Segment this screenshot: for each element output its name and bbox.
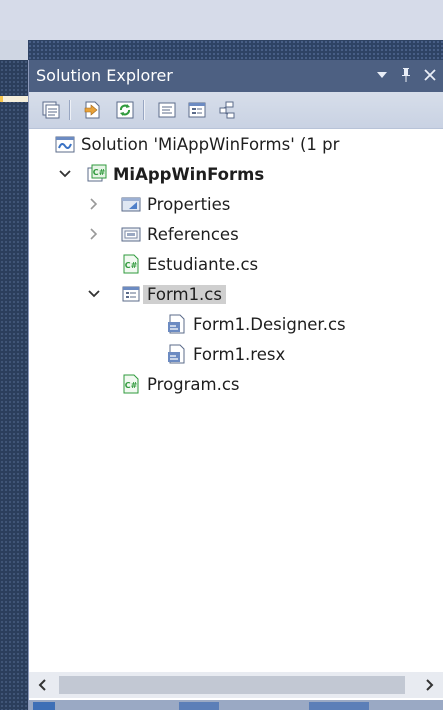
form1-resx-label: Form1.resx: [193, 344, 286, 364]
chevron-down-icon[interactable]: [87, 287, 101, 301]
designer-file-icon: [168, 314, 185, 334]
ide-background-left: [0, 60, 28, 710]
svg-text:C#: C#: [93, 168, 106, 177]
class-diagram-icon[interactable]: [215, 98, 239, 122]
form-icon: [122, 286, 140, 302]
scroll-right-icon[interactable]: [421, 676, 439, 694]
tree-node-project[interactable]: C# MiAppWinForms: [87, 159, 264, 189]
project-label: MiAppWinForms: [113, 164, 265, 184]
solution-explorer-panel: Solution Explorer Solution 'MiAppWinForm…: [28, 60, 443, 710]
ide-background-band: [28, 40, 443, 60]
chevron-down-icon[interactable]: [58, 167, 72, 181]
tree-node-form1-designer[interactable]: Form1.Designer.cs: [167, 309, 346, 339]
csharp-file-icon: C#: [123, 374, 139, 394]
program-label: Program.cs: [147, 374, 240, 394]
chevron-right-icon[interactable]: [87, 197, 101, 211]
scroll-left-icon[interactable]: [33, 676, 51, 694]
references-icon: [121, 227, 141, 242]
properties-folder-icon: [121, 197, 141, 212]
refresh-icon[interactable]: [113, 98, 137, 122]
resx-file-icon: [168, 344, 185, 364]
tree-node-solution[interactable]: Solution 'MiAppWinForms' (1 pr: [55, 129, 339, 159]
csharp-file-icon: C#: [123, 254, 139, 274]
tree-node-form1-resx[interactable]: Form1.resx: [167, 339, 285, 369]
solution-icon: [55, 136, 75, 153]
toolbar-separator: [143, 100, 145, 120]
svg-text:C#: C#: [125, 381, 138, 390]
editor-margin-marker: [0, 96, 28, 102]
form1-designer-label: Form1.Designer.cs: [193, 314, 346, 334]
toolbar-separator: [69, 100, 71, 120]
solution-tree: Solution 'MiAppWinForms' (1 pr C# MiAppW…: [29, 129, 443, 669]
panel-toolbar: [29, 92, 443, 129]
tree-node-properties[interactable]: Properties: [121, 189, 230, 219]
references-label: References: [147, 224, 239, 244]
tree-node-references[interactable]: References: [121, 219, 239, 249]
tree-node-program[interactable]: C# Program.cs: [121, 369, 240, 399]
tree-node-form1[interactable]: Form1.cs: [121, 279, 226, 309]
pin-icon[interactable]: [395, 63, 417, 87]
form1-label: Form1.cs: [143, 284, 226, 304]
scrollbar-thumb[interactable]: [59, 676, 405, 694]
csharp-project-icon: C#: [87, 164, 107, 182]
dropdown-icon[interactable]: [371, 63, 393, 87]
properties-icon[interactable]: [39, 98, 63, 122]
tree-node-estudiante[interactable]: C# Estudiante.cs: [121, 249, 258, 279]
estudiante-label: Estudiante.cs: [147, 254, 259, 274]
view-designer-icon[interactable]: [185, 98, 209, 122]
properties-label: Properties: [147, 194, 231, 214]
bottom-tab[interactable]: [33, 702, 55, 710]
show-all-files-icon[interactable]: [81, 98, 105, 122]
horizontal-scrollbar[interactable]: [29, 672, 443, 698]
panel-title: Solution Explorer: [36, 66, 173, 85]
bottom-tab[interactable]: [179, 702, 219, 710]
ide-background-stub: [0, 40, 28, 60]
close-icon[interactable]: [419, 63, 441, 87]
view-code-icon[interactable]: [155, 98, 179, 122]
bottom-tab[interactable]: [309, 702, 369, 710]
panel-title-bar[interactable]: Solution Explorer: [29, 60, 443, 92]
solution-label: Solution 'MiAppWinForms' (1 pr: [81, 134, 340, 154]
bottom-tab-strip: [29, 700, 443, 710]
chevron-right-icon[interactable]: [87, 227, 101, 241]
svg-text:C#: C#: [125, 261, 138, 270]
